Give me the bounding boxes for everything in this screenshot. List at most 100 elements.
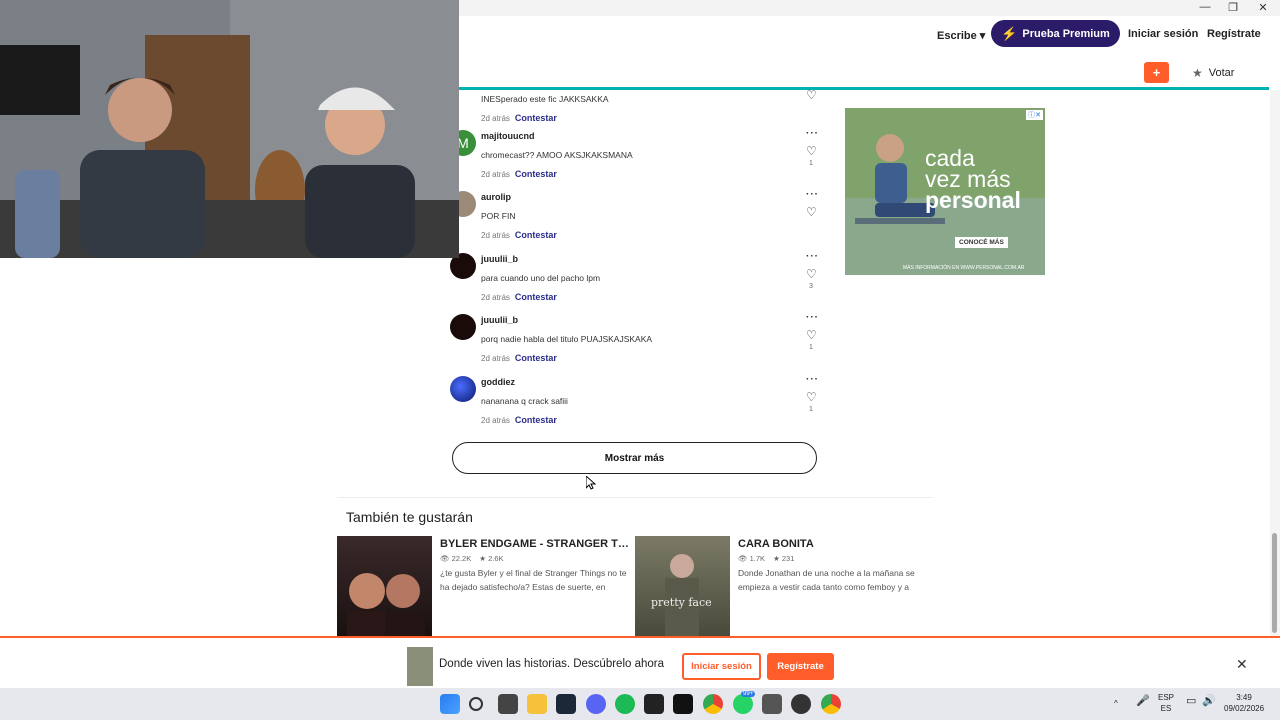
reply-link[interactable]: Contestar — [515, 230, 557, 240]
task-view-icon[interactable] — [498, 694, 518, 714]
language-indicator[interactable]: ESP ES — [1158, 692, 1174, 714]
comment-meta: 2d atrás Contestar — [481, 230, 557, 240]
comment-item: M majitouucnd chromecast?? AMOO AKSJKAKS… — [450, 128, 830, 186]
avatar[interactable] — [450, 376, 476, 402]
reply-link[interactable]: Contestar — [515, 113, 557, 123]
ad-cta-button[interactable]: CONOCÉ MÁS — [955, 237, 1008, 248]
add-to-list-button[interactable]: + — [1144, 62, 1169, 83]
heart-icon[interactable]: ♡ — [806, 390, 817, 404]
advertisement[interactable]: cada vez más personal CONOCÉ MÁS MÁS INF… — [845, 108, 1045, 275]
heart-icon[interactable]: ♡ — [806, 267, 817, 281]
scrollbar-thumb[interactable] — [1272, 533, 1277, 633]
epic-games-icon[interactable] — [644, 694, 664, 714]
ad-headline: cada vez más personal — [925, 145, 1021, 213]
whatsapp-icon[interactable] — [733, 694, 753, 714]
reads-count: 👁 22.2K — [440, 554, 472, 563]
cover-title: pretty face — [651, 596, 712, 609]
comment-item: goddiez nananana q crack safiii 2d atrás… — [450, 374, 830, 432]
more-options-icon[interactable]: ··· — [806, 374, 819, 385]
obs-icon[interactable] — [791, 694, 811, 714]
story-cover[interactable] — [337, 536, 432, 636]
register-link[interactable]: Regístrate — [1207, 28, 1261, 40]
heart-icon[interactable]: ♡ — [806, 88, 817, 102]
ad-info-icon[interactable]: ⓘ✕ — [1026, 110, 1043, 120]
comment-text: para cuando uno del pacho lpm — [481, 273, 601, 283]
webcam-scene — [0, 0, 459, 258]
comment-text: nananana q crack safiii — [481, 396, 568, 406]
reply-link[interactable]: Contestar — [515, 353, 557, 363]
heart-icon[interactable]: ♡ — [806, 144, 817, 158]
votes-count: ★ 2.6K — [479, 554, 504, 563]
chrome-profile-icon[interactable] — [821, 694, 841, 714]
capcut-icon[interactable] — [673, 694, 693, 714]
story-cover[interactable]: pretty face — [635, 536, 730, 636]
whatsapp-badge: 99+ — [741, 691, 756, 697]
comment-username[interactable]: goddiez — [481, 377, 515, 387]
chrome-icon[interactable] — [703, 694, 723, 714]
banner-thumbnail — [407, 647, 433, 686]
vote-label: Votar — [1208, 67, 1235, 79]
volume-icon[interactable]: 🔊 — [1202, 696, 1216, 707]
heart-icon[interactable]: ♡ — [806, 205, 817, 219]
comment-username[interactable]: juuulii_b — [481, 315, 518, 325]
story-stats: 👁 1.7K ★ 231 — [738, 554, 794, 563]
search-icon[interactable] — [469, 697, 483, 711]
more-options-icon[interactable]: ··· — [806, 312, 819, 323]
minimize-icon[interactable]: — — [1190, 1, 1220, 13]
story-title[interactable]: CARA BONITA — [738, 538, 930, 550]
comment-username[interactable]: juuulii_b — [481, 254, 518, 264]
story-card[interactable]: BYLER ENDGAME - STRANGER THIN... 👁 22.2K… — [337, 536, 633, 636]
more-options-icon[interactable]: ··· — [806, 189, 819, 200]
heart-icon[interactable]: ♡ — [806, 328, 817, 342]
section-divider — [337, 497, 933, 498]
avatar[interactable] — [450, 314, 476, 340]
like-count: 1 — [809, 344, 813, 351]
comment-username[interactable]: majitouucnd — [481, 131, 535, 141]
start-icon[interactable] — [440, 694, 460, 714]
network-icon[interactable]: ▭ — [1186, 696, 1196, 707]
steam-icon[interactable] — [556, 694, 576, 714]
premium-button[interactable]: ⚡ Prueba Premium — [991, 20, 1120, 47]
signup-banner: Donde viven las historias. Descúbrelo ah… — [0, 636, 1280, 688]
comment-meta: 2d atrás Contestar — [481, 292, 557, 302]
login-link[interactable]: Iniciar sesión — [1128, 28, 1198, 40]
comment-username[interactable]: aurolip — [481, 192, 511, 202]
comment-text: chromecast?? AMOO AKSJKAKSMANA — [481, 150, 633, 160]
like-count: 3 — [809, 283, 813, 290]
comment-text: INESperado este fic JAKKSAKKA — [481, 94, 609, 104]
story-description: ¿te gusta Byler y el final de Stranger T… — [440, 568, 627, 592]
eye-icon: 👁 — [440, 554, 450, 563]
star-icon: ★ — [479, 554, 486, 563]
premium-label: Prueba Premium — [1022, 27, 1110, 40]
file-explorer-icon[interactable] — [527, 694, 547, 714]
spotify-icon[interactable] — [615, 694, 635, 714]
story-title[interactable]: BYLER ENDGAME - STRANGER THIN... — [440, 538, 632, 550]
snipping-tool-icon[interactable] — [762, 694, 782, 714]
discord-icon[interactable] — [586, 694, 606, 714]
window-close-icon[interactable]: ✕ — [1248, 1, 1278, 14]
comment-meta: 2d atrás Contestar — [481, 353, 557, 363]
mouse-cursor — [586, 476, 596, 490]
comment-meta: 2d atrás Contestar — [481, 113, 557, 123]
reply-link[interactable]: Contestar — [515, 169, 557, 179]
banner-text: Donde viven las historias. Descúbrelo ah… — [439, 658, 665, 670]
reply-link[interactable]: Contestar — [515, 292, 557, 302]
more-options-icon[interactable]: ··· — [806, 251, 819, 262]
ad-footer: MÁS INFORMACIÓN EN WWW.PERSONAL.COM.AR — [903, 265, 1025, 271]
banner-register-button[interactable]: Regístrate — [767, 653, 834, 680]
vote-button[interactable]: ★ Votar — [1192, 66, 1234, 80]
more-options-icon[interactable]: ··· — [806, 128, 819, 139]
story-card[interactable]: pretty face CARA BONITA 👁 1.7K ★ 231 Don… — [635, 536, 931, 636]
microphone-icon[interactable]: 🎤 — [1136, 696, 1150, 707]
chevron-up-icon[interactable]: ^ — [1114, 698, 1118, 709]
reads-count: 👁 1.7K — [738, 554, 766, 563]
story-stats: 👁 22.2K ★ 2.6K — [440, 554, 504, 563]
maximize-icon[interactable]: ❐ — [1218, 1, 1248, 14]
eye-icon: 👁 — [738, 554, 748, 563]
show-more-button[interactable]: Mostrar más — [452, 442, 817, 474]
close-icon[interactable]: ✕ — [1236, 656, 1248, 673]
clock[interactable]: 3:49 09/02/2026 — [1224, 692, 1264, 714]
reply-link[interactable]: Contestar — [515, 415, 557, 425]
banner-login-button[interactable]: Iniciar sesión — [682, 653, 761, 680]
write-dropdown[interactable]: Escribe ▾ — [937, 29, 985, 42]
